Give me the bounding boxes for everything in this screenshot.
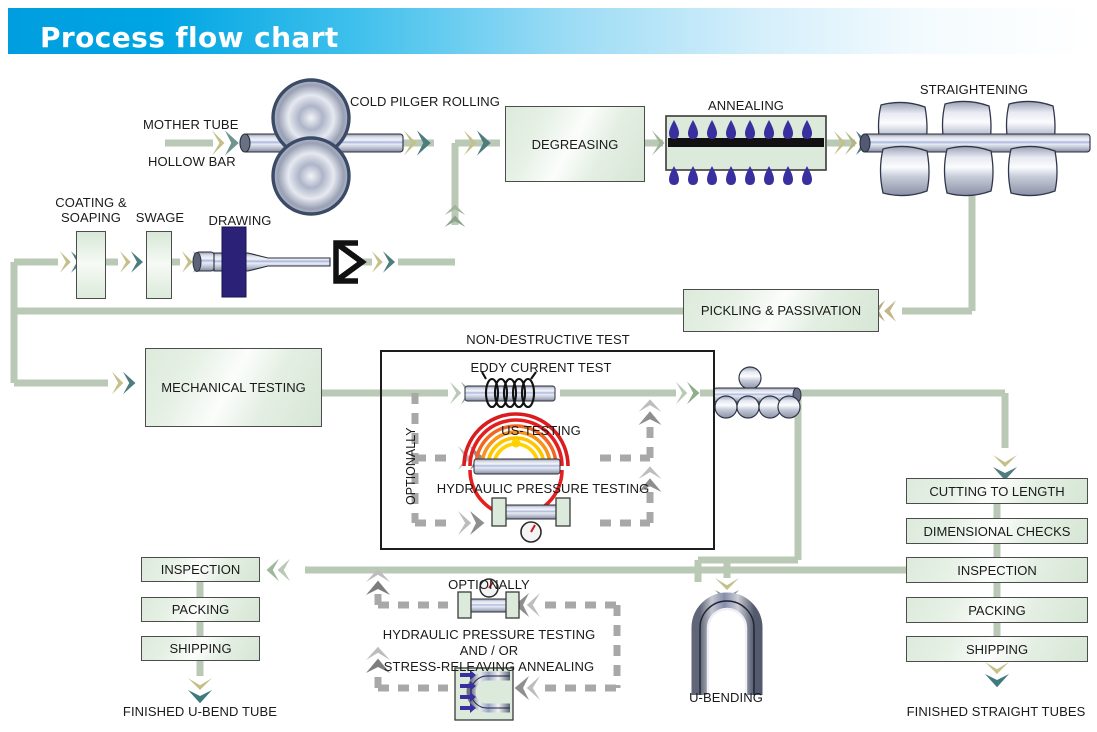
process-box-inspection-right[interactable]: INSPECTION: [906, 557, 1088, 583]
label-us-testing: US-TESTING: [501, 423, 581, 438]
process-box-shipping-left[interactable]: SHIPPING: [141, 636, 260, 661]
process-box-label: INSPECTION: [160, 562, 241, 577]
process-box-label: PACKING: [171, 602, 230, 617]
label-optional-line1: HYDRAULIC PRESSURE TESTING: [382, 627, 596, 642]
label-coating-soaping-line1: COATING &: [55, 195, 127, 210]
roller-conveyor-icon: [713, 366, 802, 419]
process-box-mechanical-testing[interactable]: MECHANICAL TESTING: [145, 348, 322, 427]
non-destructive-test-group: [380, 350, 715, 550]
label-optionally-bottom: OPTIONALLY: [448, 577, 530, 592]
label-drawing: DRAWING: [208, 213, 272, 228]
process-box-label: PACKING: [968, 602, 1026, 618]
process-box-shipping-right[interactable]: SHIPPING: [906, 636, 1088, 662]
process-box-label: DIMENSIONAL CHECKS: [923, 523, 1071, 539]
process-box-coating-soaping[interactable]: [76, 231, 106, 299]
label-optional-line3: STRESS-RELEAVING ANNEALING: [383, 659, 595, 674]
label-mother-tube: MOTHER TUBE: [143, 117, 239, 132]
label-optional-line2: AND / OR: [459, 643, 519, 658]
drawing-bench-icon: [192, 226, 367, 298]
label-annealing: ANNEALING: [707, 98, 785, 113]
label-coating-soaping-line2: SOAPING: [61, 210, 121, 225]
process-box-degreasing[interactable]: DEGREASING: [505, 106, 645, 182]
label-cold-pilger-rolling: COLD PILGER ROLLING: [350, 94, 500, 109]
process-box-pickling-passivation[interactable]: PICKLING & PASSIVATION: [683, 289, 879, 332]
label-finished-straight-tubes: FINISHED STRAIGHT TUBES: [906, 704, 1086, 719]
u-bending-icon: [691, 592, 763, 695]
process-box-label: DEGREASING: [531, 136, 619, 152]
process-box-label: SHIPPING: [965, 641, 1029, 657]
label-hollow-bar: HOLLOW BAR: [148, 154, 236, 169]
label-u-bending: U-BENDING: [689, 690, 763, 705]
label-straightening: STRAIGHTENING: [919, 82, 1029, 97]
process-box-cutting-to-length[interactable]: CUTTING TO LENGTH: [906, 478, 1088, 504]
process-box-swage[interactable]: [146, 231, 172, 299]
label-finished-u-bend-tube: FINISHED U-BEND TUBE: [122, 704, 278, 719]
label-optionally-vertical: OPTIONALLY: [404, 427, 418, 505]
process-box-label: SHIPPING: [169, 641, 232, 656]
process-box-inspection-left[interactable]: INSPECTION: [141, 557, 260, 582]
process-box-label: MECHANICAL TESTING: [161, 380, 306, 395]
process-box-label: CUTTING TO LENGTH: [929, 483, 1065, 499]
label-non-destructive-test: NON-DESTRUCTIVE TEST: [466, 332, 630, 347]
process-box-dimensional-checks[interactable]: DIMENSIONAL CHECKS: [906, 518, 1088, 544]
process-box-label: INSPECTION: [957, 562, 1037, 578]
process-box-packing-right[interactable]: PACKING: [906, 597, 1088, 623]
label-swage: SWAGE: [135, 210, 185, 225]
process-box-packing-left[interactable]: PACKING: [141, 597, 260, 622]
process-box-label: PICKLING & PASSIVATION: [700, 303, 862, 318]
label-hydraulic-pressure-testing: HYDRAULIC PRESSURE TESTING: [436, 481, 650, 496]
annealing-furnace-icon: [665, 115, 827, 185]
straightening-rollers-icon: [859, 100, 1091, 197]
label-eddy-current-test: EDDY CURRENT TEST: [470, 360, 612, 375]
stress-relieving-annealing-icon: [454, 667, 514, 721]
process-flow-chart: Process flow chart DEGREASING PICKLING &…: [0, 0, 1097, 732]
